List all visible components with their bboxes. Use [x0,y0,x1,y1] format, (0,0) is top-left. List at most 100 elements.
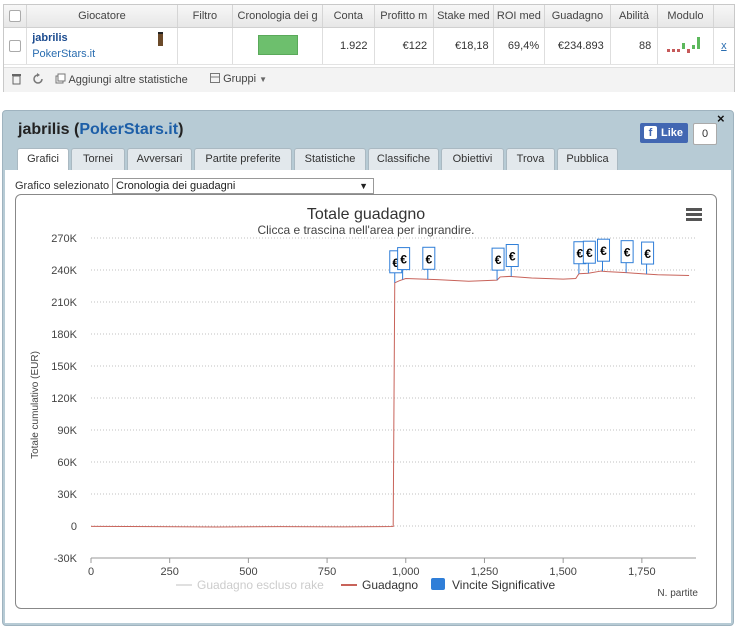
groups-label: Gruppi [223,73,257,85]
like-label: Like [661,127,684,139]
series-line [90,270,690,528]
tab-obiettivi[interactable]: Obiettivi [441,148,504,170]
players-table: Giocatore Filtro Cronologia dei g Conta … [3,4,735,92]
remove-player-link[interactable]: x [721,40,727,52]
profile-site-link[interactable]: PokerStars.it [79,121,178,138]
facebook-like-button[interactable]: f Like [640,123,688,143]
tab-classifiche[interactable]: Classifiche [368,148,439,170]
profile-paren-close: ) [178,121,184,138]
col-header[interactable]: Modulo [657,5,714,28]
groups-icon [210,73,220,83]
table-toolbar: Aggiungi altre statistiche Gruppi ▼ [4,67,734,92]
flag-label: € [400,253,407,267]
chart-title: Totale guadagno [307,206,425,223]
table-header-row: Giocatore Filtro Cronologia dei g Conta … [4,5,734,28]
earnings-chart[interactable]: Totale guadagno Clicca e trascina nell'a… [16,195,716,608]
tab-partite-preferite[interactable]: Partite preferite [194,148,292,170]
y-tick-label: 60K [57,457,77,469]
flag-label: € [644,247,651,261]
chart-menu-icon[interactable] [686,208,702,221]
col-header[interactable]: Filtro [177,5,234,28]
y-tick-label: 90K [57,425,77,437]
col-header[interactable]: ROI med [493,5,546,28]
tab-trova[interactable]: Trova [506,148,555,170]
chart-subtitle: Clicca e trascina nell'area per ingrandi… [257,223,474,237]
y-tick-label: 210K [51,297,77,309]
refresh-icon[interactable] [32,73,44,88]
x-tick-label: 0 [88,566,94,578]
col-header[interactable]: Profitto m [374,5,435,28]
col-header[interactable]: Abilità [610,5,659,28]
legend-label: Guadagno escluso rake [197,578,324,592]
tab-statistiche[interactable]: Statistiche [294,148,366,170]
profile-title: jabrilis (PokerStars.it) [18,121,183,139]
count-cell: 1.922 [322,27,375,65]
x-axis-label: N. partite [657,588,698,599]
col-header-remove [713,5,734,28]
chevron-down-icon: ▼ [259,75,268,84]
chart-container[interactable]: Totale guadagno Clicca e trascina nell'a… [15,194,717,609]
player-site[interactable]: PokerStars.it [32,48,176,60]
tab-grafici[interactable]: Grafici [17,148,69,171]
flag-label: € [577,247,584,261]
y-tick-label: 30K [57,489,77,501]
profile-name: jabrilis [18,121,70,138]
avg-stake-cell: €18,18 [433,27,494,65]
flag-label: € [495,253,502,267]
tab-tornei[interactable]: Tornei [71,148,125,170]
winnings-cell: €234.893 [544,27,611,65]
trash-icon[interactable] [11,73,22,88]
y-tick-label: 270K [51,233,77,245]
flag-label: € [600,244,607,258]
tab-pubblica[interactable]: Pubblica [557,148,618,170]
filter-cell [177,27,234,65]
player-profile-panel: jabrilis (PokerStars.it) f Like 0 Grafic… [2,110,734,626]
y-tick-label: 150K [51,361,77,373]
legend-label: Vincite Significative [452,578,555,592]
add-stats-label: Aggiungi altre statistiche [68,74,188,86]
flag-label: € [624,246,631,260]
x-tick-label: 750 [318,566,336,578]
legend-label: Guadagno [362,578,418,592]
groups-button[interactable]: Gruppi ▼ [210,73,267,85]
chevron-down-icon: ▼ [359,181,368,191]
col-header[interactable]: Cronologia dei g [232,5,324,28]
y-axis-label: Totale cumulativo (EUR) [30,351,41,459]
col-header[interactable]: Stake med [433,5,494,28]
x-tick-label: 250 [161,566,179,578]
sparkline-bar[interactable] [257,34,298,55]
close-panel-icon[interactable]: × [717,111,725,126]
select-all-checkbox[interactable] [9,10,22,23]
avg-profit-cell: €122 [374,27,435,65]
col-header[interactable]: Guadagno [544,5,611,28]
table-row: jabrilis PokerStars.it 1.922 €122 €18,18… [4,27,734,65]
add-stats-icon [55,73,66,84]
add-stats-button[interactable]: Aggiungi altre statistiche [55,73,188,86]
facebook-icon: f [644,126,657,139]
col-header[interactable]: Conta [322,5,375,28]
x-tick-label: 1,250 [471,566,499,578]
form-chart-icon [667,36,701,53]
remove-cell: x [713,27,734,65]
x-tick-label: 1,000 [392,566,420,578]
x-tick-label: 500 [239,566,257,578]
row-select-cell [4,27,28,65]
form-cell [657,27,714,65]
chart-select[interactable]: Cronologia dei guadagni ▼ [112,178,374,194]
flag-label: € [586,246,593,260]
flag-label: € [509,250,516,264]
ability-cell: 88 [610,27,659,65]
avg-roi-cell: 69,4% [493,27,546,65]
tab-avversari[interactable]: Avversari [127,148,192,170]
player-cell: jabrilis PokerStars.it [26,27,178,65]
note-icon[interactable] [158,32,164,46]
y-tick-label: 120K [51,393,77,405]
y-tick-label: 180K [51,329,77,341]
player-name[interactable]: jabrilis [32,32,176,44]
row-checkbox[interactable] [9,40,22,53]
flag-label: € [425,252,432,266]
col-header[interactable]: Giocatore [26,5,178,28]
chart-select-label: Grafico selezionato [15,180,110,192]
y-tick-label: -30K [54,553,78,565]
legend-swatch [431,578,445,590]
